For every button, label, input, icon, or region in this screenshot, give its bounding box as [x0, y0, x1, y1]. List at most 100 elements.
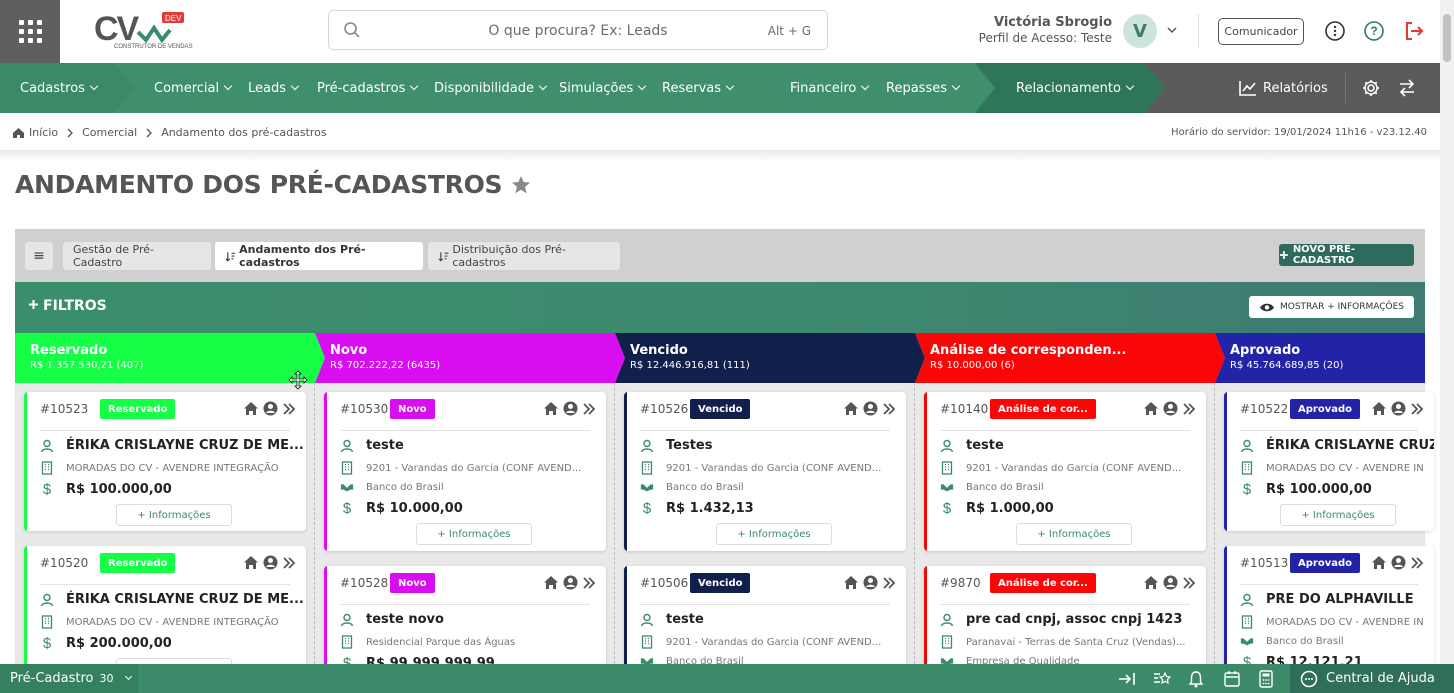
kanban-card[interactable]: #10530 Novo teste 9201 - Varandas do Garcia… — [324, 392, 606, 551]
more-info-button[interactable]: + Informações — [1280, 504, 1396, 526]
menu-financeiro[interactable]: Financeiro — [790, 63, 870, 113]
menu-relatorios[interactable]: Relatórios — [1239, 63, 1328, 113]
menu-leads[interactable]: Leads — [248, 63, 300, 113]
double-chevron-right-icon[interactable] — [1182, 576, 1196, 590]
kanban-card[interactable]: #10523 Reservado ÉRIKA CRISLAYNE CRUZ DE M… — [24, 392, 306, 531]
card-bank-row: Banco do Brasil — [1240, 635, 1344, 647]
chevron-down-icon — [124, 672, 132, 681]
filters-bar[interactable]: FILTROS MOSTRAR + INFORMAÇÕES — [15, 282, 1425, 333]
svg-text:DEV: DEV — [165, 14, 182, 23]
home-icon[interactable] — [1371, 555, 1387, 570]
menu-cadastros[interactable]: Cadastros — [20, 63, 99, 113]
menu-disponibilidade[interactable]: Disponibilidade — [434, 63, 548, 113]
swap-icon[interactable] — [1397, 78, 1417, 98]
user-name: Victória Sbrogio — [993, 15, 1112, 30]
collapse-right-icon[interactable] — [1118, 671, 1136, 687]
menu-comercial[interactable]: Comercial — [154, 63, 233, 113]
page-scrollbar[interactable] — [1440, 0, 1454, 664]
filters-toggle[interactable]: FILTROS — [28, 298, 107, 314]
double-chevron-right-icon[interactable] — [582, 402, 596, 416]
logout-icon[interactable] — [1403, 20, 1425, 42]
card-enterprise: Paranavai - Terras de Santa Cruz (Vendas… — [966, 636, 1186, 648]
more-info-button[interactable]: + Informações — [1016, 523, 1132, 545]
card-client-name: teste novo — [366, 612, 444, 627]
home-icon[interactable] — [243, 401, 259, 416]
home-icon[interactable] — [843, 575, 859, 590]
chevron-down-icon[interactable] — [1166, 25, 1178, 35]
home-icon[interactable] — [1143, 401, 1159, 416]
more-options-icon[interactable] — [1324, 20, 1346, 42]
user-circle-icon[interactable] — [263, 401, 278, 416]
apps-menu-button[interactable] — [0, 0, 60, 63]
breadcrumb-inicio[interactable]: Início — [29, 126, 58, 139]
more-info-button[interactable]: + Informações — [416, 523, 532, 545]
breadcrumb-comercial[interactable]: Comercial — [82, 126, 137, 139]
user-circle-icon[interactable] — [863, 575, 878, 590]
calculator-icon[interactable] — [1258, 670, 1274, 688]
help-icon[interactable]: ? — [1363, 20, 1385, 42]
tab-distribuicao[interactable]: Distribuição dos Pré-cadastros — [428, 242, 620, 270]
double-chevron-right-icon[interactable] — [282, 402, 296, 416]
person-icon — [940, 613, 954, 627]
star-icon[interactable] — [510, 174, 532, 196]
global-search[interactable]: O que procura? Ex: Leads Alt + G — [328, 10, 828, 50]
help-center-button[interactable]: Central de Ajuda — [1290, 664, 1454, 693]
kanban-card[interactable]: #10526 Vencido Testes 9201 - Varandas do Ga… — [624, 392, 906, 551]
building-icon — [640, 461, 654, 475]
status-badge: Novo — [390, 399, 435, 419]
double-chevron-right-icon[interactable] — [1410, 402, 1424, 416]
menu-simulacoes[interactable]: Simulações — [559, 63, 647, 113]
home-icon[interactable] — [543, 575, 559, 590]
card-status-stripe — [924, 392, 927, 551]
pre-cadastro-counter[interactable]: Pré-Cadastro 30 — [0, 664, 138, 693]
gear-icon[interactable] — [1361, 78, 1381, 98]
calendar-icon[interactable] — [1223, 670, 1241, 688]
user-circle-icon[interactable] — [563, 401, 578, 416]
more-info-button[interactable]: + Informações — [116, 504, 232, 526]
kanban-card[interactable]: #10522 Aprovado ÉRIKA CRISLAYNE CRUZ MORADA… — [1224, 392, 1434, 531]
sidebar-toggle-button[interactable]: ≡ — [25, 242, 53, 270]
double-chevron-right-icon[interactable] — [1410, 556, 1424, 570]
home-icon[interactable] — [543, 401, 559, 416]
top-divider — [1198, 14, 1199, 48]
menu-reservas[interactable]: Reservas — [662, 63, 735, 113]
favorite-add-icon[interactable] — [1152, 669, 1172, 687]
menu-relacionamento[interactable]: Relacionamento — [1016, 63, 1135, 113]
home-icon[interactable] — [843, 401, 859, 416]
svg-text:CONSTRUTOR DE VENDAS: CONSTRUTOR DE VENDAS — [114, 44, 193, 50]
user-circle-icon[interactable] — [1163, 401, 1178, 416]
new-pre-cadastro-button[interactable]: NOVO PRÉ-CADASTRO — [1279, 244, 1414, 266]
menu-repasses[interactable]: Repasses — [886, 63, 961, 113]
user-circle-icon[interactable] — [1163, 575, 1178, 590]
user-circle-icon[interactable] — [263, 555, 278, 570]
user-circle-icon[interactable] — [1391, 401, 1406, 416]
card-price: R$ 1.000,00 — [966, 500, 1054, 516]
more-info-button[interactable]: + Informações — [716, 523, 832, 545]
user-circle-icon[interactable] — [1391, 555, 1406, 570]
double-chevron-right-icon[interactable] — [1182, 402, 1196, 416]
comunicador-button[interactable]: Comunicador — [1218, 18, 1304, 45]
double-chevron-right-icon[interactable] — [582, 576, 596, 590]
card-price-row: $ R$ 200.000,00 — [40, 635, 172, 651]
status-badge: Reservado — [100, 399, 176, 419]
kanban-card[interactable]: #10140 Análise de cor... teste 9201 - Varan… — [924, 392, 1206, 551]
user-circle-icon[interactable] — [863, 401, 878, 416]
avatar[interactable]: V — [1123, 14, 1157, 48]
double-chevron-right-icon[interactable] — [882, 576, 896, 590]
double-chevron-right-icon[interactable] — [282, 556, 296, 570]
user-circle-icon[interactable] — [563, 575, 578, 590]
double-chevron-right-icon[interactable] — [882, 402, 896, 416]
company-logo[interactable]: CV DEV CONSTRUTOR DE VENDAS — [94, 10, 194, 52]
show-more-info-button[interactable]: MOSTRAR + INFORMAÇÕES — [1249, 296, 1414, 318]
card-status-stripe — [1224, 392, 1227, 531]
home-icon[interactable] — [243, 555, 259, 570]
user-profile: Perfil de Acesso: Teste — [978, 31, 1112, 45]
tab-andamento[interactable]: Andamento dos Pré-cadastros — [215, 242, 423, 270]
page-scrollbar-thumb[interactable] — [1443, 14, 1451, 62]
bell-icon[interactable] — [1188, 670, 1204, 688]
tab-gestao[interactable]: Gestão de Pré-Cadastro — [63, 242, 211, 270]
home-icon[interactable] — [1143, 575, 1159, 590]
home-icon[interactable] — [1371, 401, 1387, 416]
dollar-icon: $ — [640, 500, 654, 516]
menu-pre-cadastros[interactable]: Pré-cadastros — [317, 63, 419, 113]
